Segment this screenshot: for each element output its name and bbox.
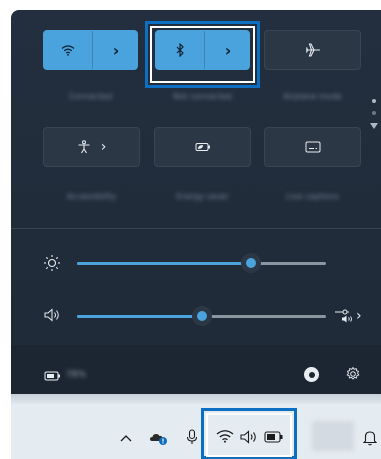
onedrive-button[interactable] <box>149 429 169 447</box>
accessibility-label: Accessibility <box>66 192 117 201</box>
battery-icon[interactable] <box>44 371 62 381</box>
taskbar-wifi <box>216 428 234 444</box>
bluetooth-label: Not connected <box>173 92 232 101</box>
brightness-slider[interactable] <box>77 262 326 265</box>
page-dot[interactable] <box>372 111 376 115</box>
airplane-tile[interactable] <box>264 30 361 70</box>
wifi-toggle[interactable] <box>44 31 92 69</box>
volume-icon <box>240 430 256 444</box>
volume-thumb[interactable] <box>191 306 212 326</box>
notifications-button[interactable] <box>362 429 378 447</box>
audio-output-icon <box>335 309 352 323</box>
onedrive-icon <box>150 434 167 445</box>
edit-quick-settings-button[interactable] <box>304 367 319 382</box>
bluetooth-highlight-inner <box>150 26 255 83</box>
battery-percentage: 78% <box>66 370 87 380</box>
wifi-icon <box>61 45 75 56</box>
energy-saver-tile[interactable] <box>154 127 251 167</box>
airplane-label: Airplane mode <box>283 92 342 101</box>
chevron-up-icon <box>120 435 132 442</box>
accessibility-tile[interactable]: › <box>43 127 140 167</box>
pencil-icon <box>308 371 315 378</box>
divider <box>11 228 381 229</box>
show-hidden-icons-button[interactable] <box>118 430 134 446</box>
bell-icon <box>363 431 377 446</box>
captions-icon <box>305 141 320 153</box>
volume-fill <box>77 315 202 318</box>
wifi-icon <box>216 430 234 443</box>
live-captions-label: Live captions <box>286 192 339 201</box>
microphone-button[interactable] <box>185 428 199 446</box>
page-down-arrow[interactable] <box>370 123 378 129</box>
brightness-icon <box>44 255 60 271</box>
battery-icon <box>264 431 283 443</box>
taskbar-battery <box>264 431 284 443</box>
brightness-fill <box>77 262 252 265</box>
chevron-right-icon: › <box>112 40 120 60</box>
accessibility-icon <box>78 140 90 154</box>
energy-saver-icon <box>195 143 210 151</box>
volume-icon[interactable] <box>44 308 62 322</box>
wifi-label: Connected <box>68 92 113 101</box>
taskbar-volume <box>240 429 260 445</box>
chevron-right-icon: › <box>356 308 362 324</box>
airplane-icon <box>305 43 320 57</box>
microphone-icon <box>186 429 198 444</box>
wifi-tile[interactable]: › <box>43 30 138 70</box>
gear-icon[interactable] <box>345 366 361 382</box>
audio-output-button[interactable]: › <box>334 306 368 326</box>
energy-saver-label: Energy saver <box>176 192 229 201</box>
wifi-expand-button[interactable]: › <box>93 31 139 69</box>
chevron-right-icon: › <box>100 139 107 155</box>
live-captions-tile[interactable] <box>264 127 361 167</box>
page-dot[interactable] <box>372 99 376 103</box>
clock-area[interactable] <box>312 421 354 451</box>
